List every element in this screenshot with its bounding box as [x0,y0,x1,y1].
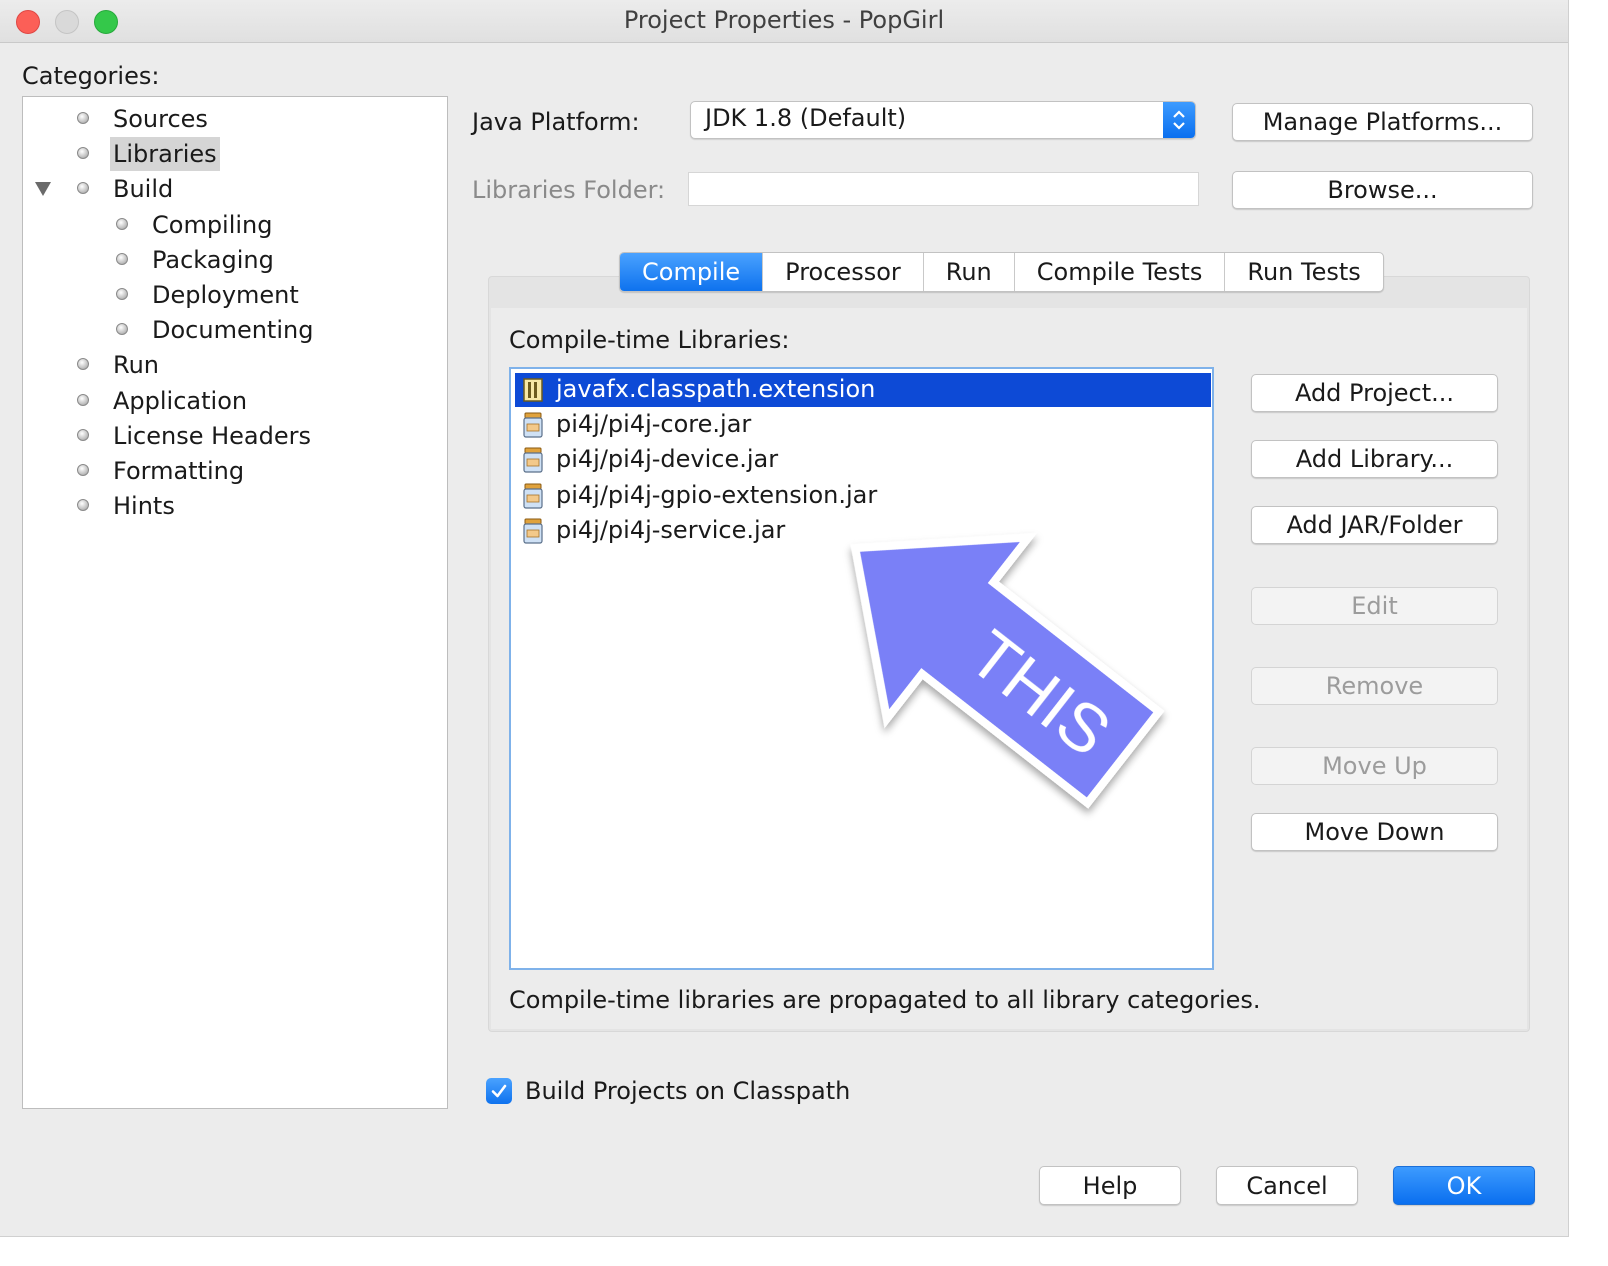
tree-bullet-icon [77,147,89,160]
tab-bar: Compile Processor Run Compile Tests Run … [619,252,1384,292]
tab-run-tests[interactable]: Run Tests [1224,253,1382,291]
move-up-button[interactable]: Move Up [1251,747,1498,785]
tree-bullet-icon [116,288,128,300]
tree-bullet-icon [77,464,89,476]
tree-bullet-icon [116,323,128,336]
category-application[interactable]: Application [110,384,250,418]
jar-icon [523,412,543,438]
compile-libraries-label: Compile-time Libraries: [509,326,790,354]
ok-button[interactable]: OK [1393,1166,1535,1205]
tab-compile-tests[interactable]: Compile Tests [1013,253,1225,291]
tree-bullet-icon [77,393,89,406]
select-arrows-icon [1163,102,1195,138]
edit-button[interactable]: Edit [1251,587,1498,625]
categories-label: Categories: [22,62,160,90]
help-button[interactable]: Help [1039,1166,1181,1205]
category-compiling[interactable]: Compiling [149,208,276,242]
java-platform-value: JDK 1.8 (Default) [705,104,907,132]
browse-button[interactable]: Browse... [1232,171,1533,209]
move-down-button[interactable]: Move Down [1251,813,1498,851]
jar-icon [523,483,543,509]
expand-triangle-icon[interactable] [35,182,51,196]
tab-run[interactable]: Run [922,253,1014,291]
build-on-classpath-checkbox[interactable] [486,1078,512,1104]
remove-button[interactable]: Remove [1251,667,1498,705]
category-libraries[interactable]: Libraries [110,137,220,172]
this-arrow-annotation: THIS [850,532,1165,809]
build-on-classpath-label: Build Projects on Classpath [525,1077,851,1105]
library-name: pi4j/pi4j-device.jar [556,445,779,474]
tree-bullet-icon [77,182,89,195]
category-documenting[interactable]: Documenting [149,313,316,347]
tree-bullet-icon [116,217,128,230]
dialog-window: Project Properties - PopGirl Categories:… [0,0,1569,1237]
compile-note: Compile-time libraries are propagated to… [509,986,1261,1014]
checkmark-icon [491,1084,507,1098]
libraries-folder-field[interactable] [688,172,1199,206]
jar-icon [523,447,543,473]
libraries-folder-label: Libraries Folder: [472,176,666,204]
category-formatting[interactable]: Formatting [110,454,247,488]
category-sources[interactable]: Sources [110,102,211,136]
jar-icon [523,518,543,544]
title-bar: Project Properties - PopGirl [0,0,1568,43]
add-library-button[interactable]: Add Library... [1251,440,1498,478]
library-name: pi4j/pi4j-service.jar [556,515,786,544]
library-name: javafx.classpath.extension [556,375,876,403]
tree-bullet-icon [77,112,89,124]
window-title: Project Properties - PopGirl [623,6,945,34]
tab-processor[interactable]: Processor [762,253,923,291]
category-hints[interactable]: Hints [110,489,178,523]
category-build[interactable]: Build [110,172,176,206]
java-platform-select[interactable]: JDK 1.8 (Default) [690,101,1196,139]
library-list-item[interactable]: pi4j/pi4j-device.jar [515,443,1211,477]
tree-bullet-icon [116,252,128,265]
library-list-item[interactable]: pi4j/pi4j-core.jar [515,408,1211,442]
manage-platforms-button[interactable]: Manage Platforms... [1232,103,1533,141]
tree-bullet-icon [77,428,89,441]
categories-tree[interactable]: Sources Libraries Build Compiling Packaging D… [22,96,448,1109]
library-list-item[interactable]: javafx.classpath.extension [515,373,1211,407]
add-jar-folder-button[interactable]: Add JAR/Folder [1251,506,1498,544]
library-icon [523,378,543,402]
tree-bullet-icon [77,499,89,512]
category-license-headers[interactable]: License Headers [110,419,314,453]
category-run[interactable]: Run [110,348,162,382]
cancel-button[interactable]: Cancel [1216,1166,1358,1205]
category-packaging[interactable]: Packaging [149,243,277,277]
category-deployment[interactable]: Deployment [149,278,302,312]
add-project-button[interactable]: Add Project... [1251,374,1498,412]
java-platform-label: Java Platform: [472,108,640,136]
tab-compile[interactable]: Compile [620,253,763,291]
tree-bullet-icon [77,358,89,371]
library-name: pi4j/pi4j-core.jar [556,410,752,439]
